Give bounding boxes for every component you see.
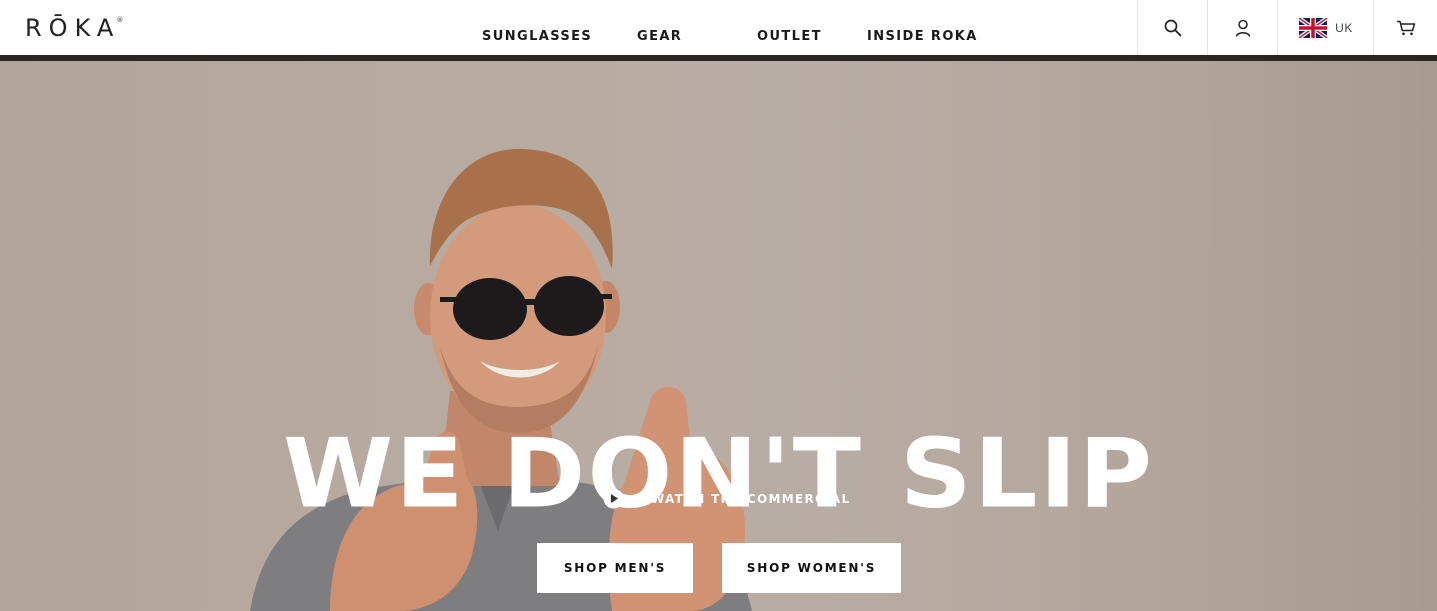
shop-womens-button[interactable]: SHOP WOMEN'S	[722, 543, 901, 593]
hero-banner: WE DON'T SLIP WATCH THE COMMERCIAL SHOP …	[0, 61, 1437, 611]
logo-text: RŌKA	[25, 14, 121, 42]
nav-item-sunglasses[interactable]: SUNGLASSES	[482, 29, 592, 44]
locale-label: UK	[1335, 20, 1353, 35]
cart-button[interactable]	[1373, 0, 1437, 55]
search-icon	[1164, 19, 1182, 36]
watch-commercial-link[interactable]: WATCH THE COMMERCIAL	[603, 488, 850, 510]
nav-item-outlet[interactable]: OUTLET	[757, 29, 822, 44]
registered-mark: ®	[116, 16, 124, 24]
account-button[interactable]	[1207, 0, 1278, 55]
uk-flag-icon	[1299, 17, 1328, 38]
nav-item-gear[interactable]: GEAR	[637, 29, 682, 44]
cart-icon	[1397, 20, 1416, 35]
watch-commercial-label: WATCH THE COMMERCIAL	[651, 492, 851, 506]
roka-logo[interactable]: RŌKA®	[25, 14, 127, 42]
user-icon	[1235, 19, 1251, 37]
nav-item-inside-roka[interactable]: INSIDE ROKA	[867, 29, 978, 44]
search-button[interactable]	[1137, 0, 1208, 55]
site-header: RŌKA® SUNGLASSES GEAR OUTLET INSIDE ROKA…	[0, 0, 1437, 55]
locale-selector[interactable]: UK	[1277, 0, 1374, 55]
shop-mens-button[interactable]: SHOP MEN'S	[537, 543, 693, 593]
play-icon	[603, 488, 624, 509]
